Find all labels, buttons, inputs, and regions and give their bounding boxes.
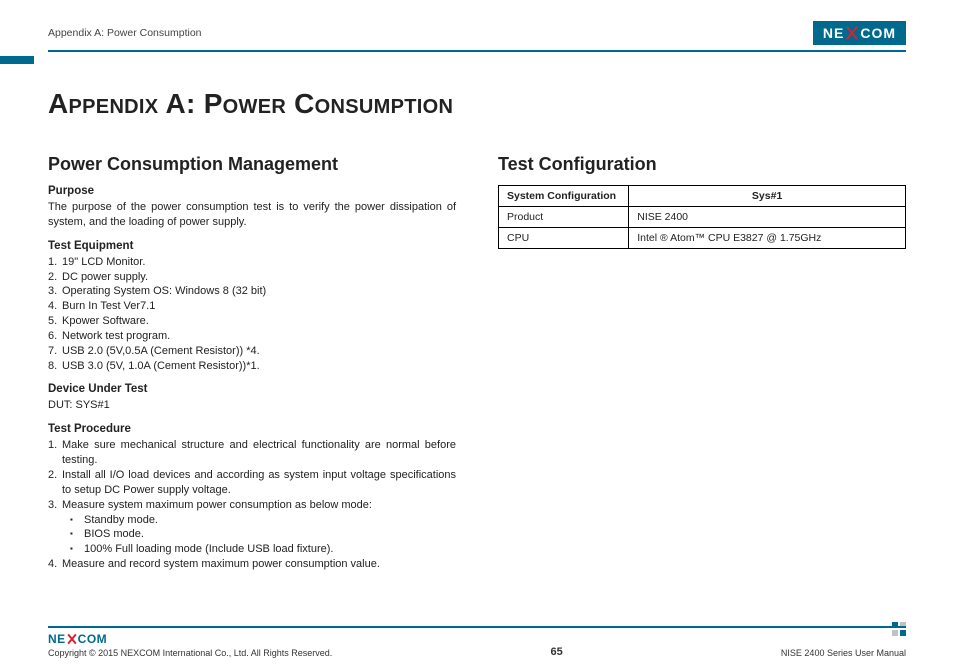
right-column: Test Configuration System Configuration … (498, 154, 906, 572)
list-item: USB 2.0 (5V,0.5A (Cement Resistor)) *4. (62, 344, 456, 359)
list-item: Install all I/O load devices and accordi… (62, 468, 456, 498)
brand-logo: NE COM (813, 21, 906, 45)
list-item: Measure and record system maximum power … (62, 557, 456, 572)
table-row: Product NISE 2400 (499, 207, 906, 228)
list-item: Operating System OS: Windows 8 (32 bit) (62, 284, 456, 299)
page-footer: NECOM Copyright © 2015 NEXCOM Internatio… (48, 626, 906, 658)
dut-text: DUT: SYS#1 (48, 398, 456, 413)
list-item: USB 3.0 (5V, 1.0A (Cement Resistor))*1. (62, 359, 456, 374)
brand-right: COM (860, 25, 896, 41)
list-item: 19" LCD Monitor. (62, 255, 456, 270)
list-item: Kpower Software. (62, 314, 456, 329)
procedure-list: 1.Make sure mechanical structure and ele… (48, 438, 456, 512)
procedure-list-cont: 4.Measure and record system maximum powe… (48, 557, 456, 572)
dut-heading: Device Under Test (48, 383, 456, 395)
list-item: DC power supply. (62, 270, 456, 285)
list-item: BIOS mode. (70, 527, 456, 542)
modes-list: Standby mode. BIOS mode. 100% Full loadi… (70, 513, 456, 558)
table-header: Sys#1 (752, 190, 782, 202)
copyright-text: Copyright © 2015 NEXCOM International Co… (48, 648, 332, 658)
breadcrumb: Appendix A: Power Consumption (48, 27, 202, 39)
footer-logo: NECOM (48, 632, 906, 646)
manual-title: NISE 2400 Series User Manual (781, 648, 906, 658)
left-column: Power Consumption Management Purpose The… (48, 154, 456, 572)
header-rule (48, 50, 906, 52)
brand-x-icon (845, 26, 859, 40)
page-title: Appendix A: Power Consumption (48, 88, 906, 120)
table-header: System Configuration (507, 190, 616, 202)
list-item: Network test program. (62, 329, 456, 344)
config-table: System Configuration Sys#1 Product NISE … (498, 185, 906, 249)
procedure-heading: Test Procedure (48, 423, 456, 435)
purpose-text: The purpose of the power consumption tes… (48, 200, 456, 230)
equipment-list: 1.19" LCD Monitor. 2.DC power supply. 3.… (48, 255, 456, 374)
list-item: 100% Full loading mode (Include USB load… (70, 542, 456, 557)
cell-val: Intel ® Atom™ CPU E3827 @ 1.75GHz (629, 228, 906, 249)
table-row: CPU Intel ® Atom™ CPU E3827 @ 1.75GHz (499, 228, 906, 249)
list-item: Make sure mechanical structure and elect… (62, 438, 456, 468)
cell-key: Product (499, 207, 629, 228)
cell-val: NISE 2400 (629, 207, 906, 228)
equipment-heading: Test Equipment (48, 240, 456, 252)
cell-key: CPU (499, 228, 629, 249)
brand-left: NE (823, 25, 844, 41)
list-item: Measure system maximum power consumption… (62, 498, 456, 513)
brand-x-icon (67, 634, 77, 644)
section-heading-config: Test Configuration (498, 154, 906, 175)
page-number: 65 (537, 646, 577, 658)
section-heading-management: Power Consumption Management (48, 154, 456, 175)
list-item: Burn In Test Ver7.1 (62, 299, 456, 314)
list-item: Standby mode. (70, 513, 456, 528)
purpose-heading: Purpose (48, 185, 456, 197)
